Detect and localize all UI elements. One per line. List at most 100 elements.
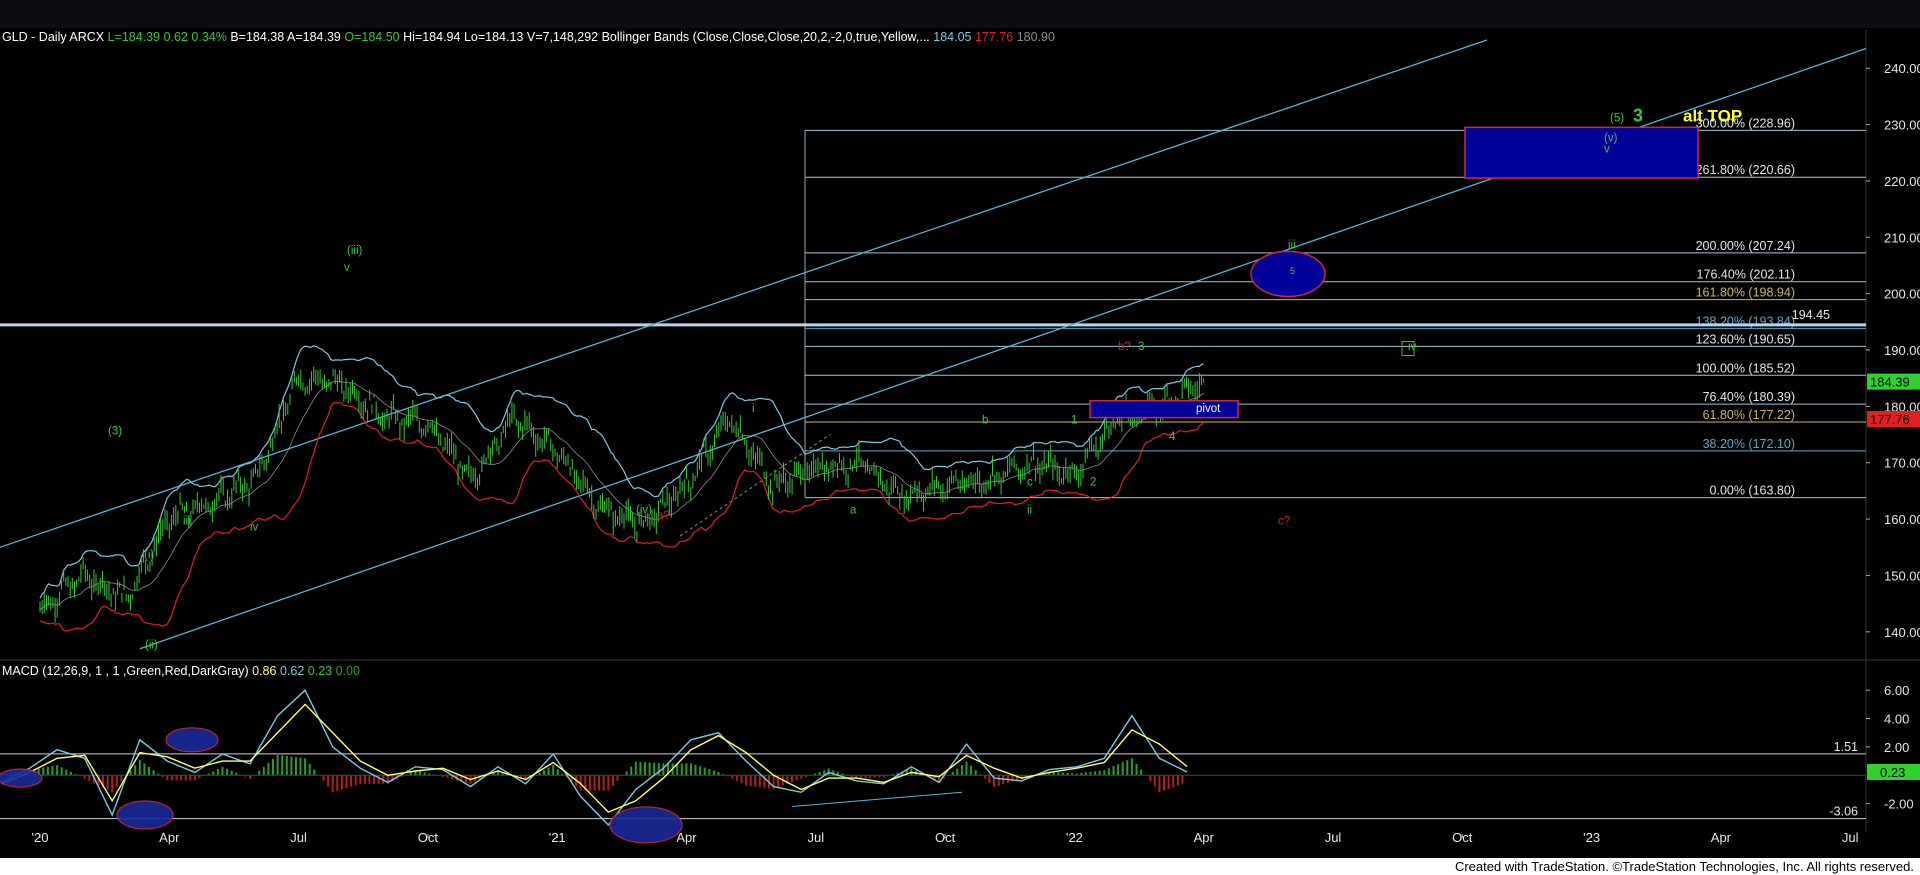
price-tick-label: 200.00 (1884, 287, 1920, 302)
wave-label: iii (1288, 240, 1296, 252)
macd-value: 0.86 (252, 664, 277, 678)
price-tick-label: 210.00 (1884, 230, 1920, 245)
fib-label: 161.80% (198.94) (1696, 286, 1795, 300)
bollinger-bands (39, 345, 1205, 632)
wave-label: alt TOP (1683, 107, 1742, 126)
macd-highlight-oval (165, 727, 219, 753)
time-tick-label: Apr (676, 830, 697, 845)
bb-lower-tag: 177.76 (1870, 412, 1910, 427)
high-price: Hi=184.94 (403, 30, 461, 44)
price-tick-label: 240.00 (1884, 61, 1920, 76)
macd-tick-label: -2.00 (1884, 797, 1914, 812)
macd-tick-label: 4.00 (1884, 712, 1909, 727)
time-tick-label: '20 (32, 830, 49, 845)
wave-label: c (1027, 476, 1033, 488)
last-price-tag: 184.39 (1870, 375, 1910, 390)
price-axis: 140.00150.00160.00170.00180.00190.00200.… (1866, 61, 1920, 640)
wave-label: (ii) (145, 640, 158, 652)
wave-label: c? (1278, 516, 1290, 528)
macd-tick-label: 6.00 (1884, 683, 1909, 698)
wave-label: 3 (1633, 106, 1643, 126)
bb-mid-value: 180.90 (1016, 30, 1055, 44)
indicator-label: Bollinger Bands (Close,Close,Close,20,2,… (601, 30, 930, 44)
time-tick-label: Jul (1325, 830, 1342, 845)
price-tick-label: 160.00 (1884, 512, 1920, 527)
time-tick-label: Apr (1711, 830, 1732, 845)
wave-label: (iii) (347, 245, 362, 257)
bb-mid-line (39, 380, 1204, 610)
wave-label: iii (183, 516, 191, 528)
wave-label: 4 (1169, 431, 1176, 443)
fib-label: 176.40% (202.11) (1697, 268, 1795, 282)
wave-label: v (1604, 144, 1610, 156)
upper-target-box (1464, 126, 1699, 179)
gld-chart: 300.00% (228.96)261.80% (220.66)200.00% … (0, 30, 1920, 845)
wave-iii-target-ellipse (1250, 250, 1326, 298)
wave-label: a? (657, 510, 670, 522)
time-tick-label: Jul (1842, 830, 1859, 845)
macd-line (1, 689, 1188, 826)
time-tick-label: Oct (418, 830, 439, 845)
wave-label: 1 (1071, 414, 1077, 426)
time-tick-label: Apr (1194, 830, 1215, 845)
wave-label: pivot (1196, 403, 1221, 415)
signal-value: 0.62 (279, 664, 305, 678)
volume: V=7,148,292 (526, 30, 599, 44)
wave-label: a (850, 504, 857, 516)
macd-panel: 1.51 -3.06 6.00 4.00 2.00 -2.00 0.23 (0, 683, 1920, 844)
open-price: O=184.50 (344, 30, 400, 44)
time-tick-label: '23 (1583, 830, 1600, 845)
price-bars (39, 366, 1205, 623)
ask-price: A=184.39 (287, 30, 341, 44)
wave-label: iv (250, 521, 259, 533)
price-tick-label: 150.00 (1884, 568, 1920, 583)
time-tick-label: Jul (290, 830, 307, 845)
wave-label: i (752, 403, 755, 415)
wave-label: v (344, 262, 350, 274)
price-tick-label: 230.00 (1884, 118, 1920, 133)
macd-label: MACD (12,26,9, 1 , 1 ,Green,Red,DarkGray… (2, 664, 249, 678)
fib-label: 261.80% (220.66) (1696, 163, 1795, 177)
diff-value: 0.23 (307, 664, 333, 678)
wave-label: (3) (108, 426, 122, 438)
wave-annotations: (3) iii (i) (ii) iv (iii) v (iv) a? i a b c ii 1 2 b? 3 4 p… (108, 106, 1742, 652)
footer: Created with TradeStation. ©TradeStation… (0, 858, 1920, 875)
wave-label: 5 (1290, 266, 1295, 276)
time-tick-label: Jul (807, 830, 824, 845)
fib-label: 0.00% (163.80) (1710, 484, 1795, 498)
wave-label: (v) (1604, 132, 1618, 144)
pct-change: 0.34% (191, 30, 227, 44)
net-change: 0.62 (163, 30, 188, 44)
bb-lower-value: 177.76 (974, 30, 1014, 44)
fib-label: 200.00% (207.24) (1696, 239, 1795, 253)
wave-label: b? (1118, 341, 1131, 353)
bid-price: B=184.38 (230, 30, 285, 44)
low-price: Lo=184.13 (463, 30, 524, 44)
time-tick-label: '22 (1066, 830, 1083, 845)
time-tick-label: '21 (549, 830, 566, 845)
time-tick-label: Apr (159, 830, 180, 845)
signal-line (1, 703, 1188, 813)
macd-highlight-oval (116, 800, 174, 830)
wave-label: (iv) (636, 504, 652, 516)
dashed-trendline (679, 434, 831, 537)
last-price: L=184.39 (107, 30, 161, 44)
wave-label: (i) (144, 550, 154, 562)
fib-label: 61.80% (177.22) (1703, 408, 1795, 422)
wave-label: 2 (1090, 476, 1096, 488)
macd-tick-label: 2.00 (1884, 740, 1909, 755)
price-tick-label: 220.00 (1884, 174, 1920, 189)
time-tick-label: Oct (1452, 830, 1473, 845)
macd-level-label: 1.51 (1834, 740, 1858, 754)
resistance-label: 194.45 (1792, 308, 1830, 322)
macd-current-tag: 0.23 (1880, 765, 1905, 780)
wave-label: b (982, 414, 988, 426)
fib-label: 76.40% (180.39) (1703, 390, 1795, 404)
fib-label: 123.60% (190.65) (1696, 332, 1795, 346)
macd-highlight-oval (609, 806, 683, 844)
time-axis: '20 Apr Jul Oct '21 Apr Jul Oct '22 Apr Jul Oct '23 A… (32, 830, 1859, 845)
zero-value: 0.00 (335, 664, 360, 678)
price-header: GLD - Daily ARCX L=184.39 0.62 0.34% B=1… (2, 30, 1055, 44)
price-tick-label: 170.00 (1884, 456, 1920, 471)
bb-upper-value: 184.05 (933, 30, 972, 44)
